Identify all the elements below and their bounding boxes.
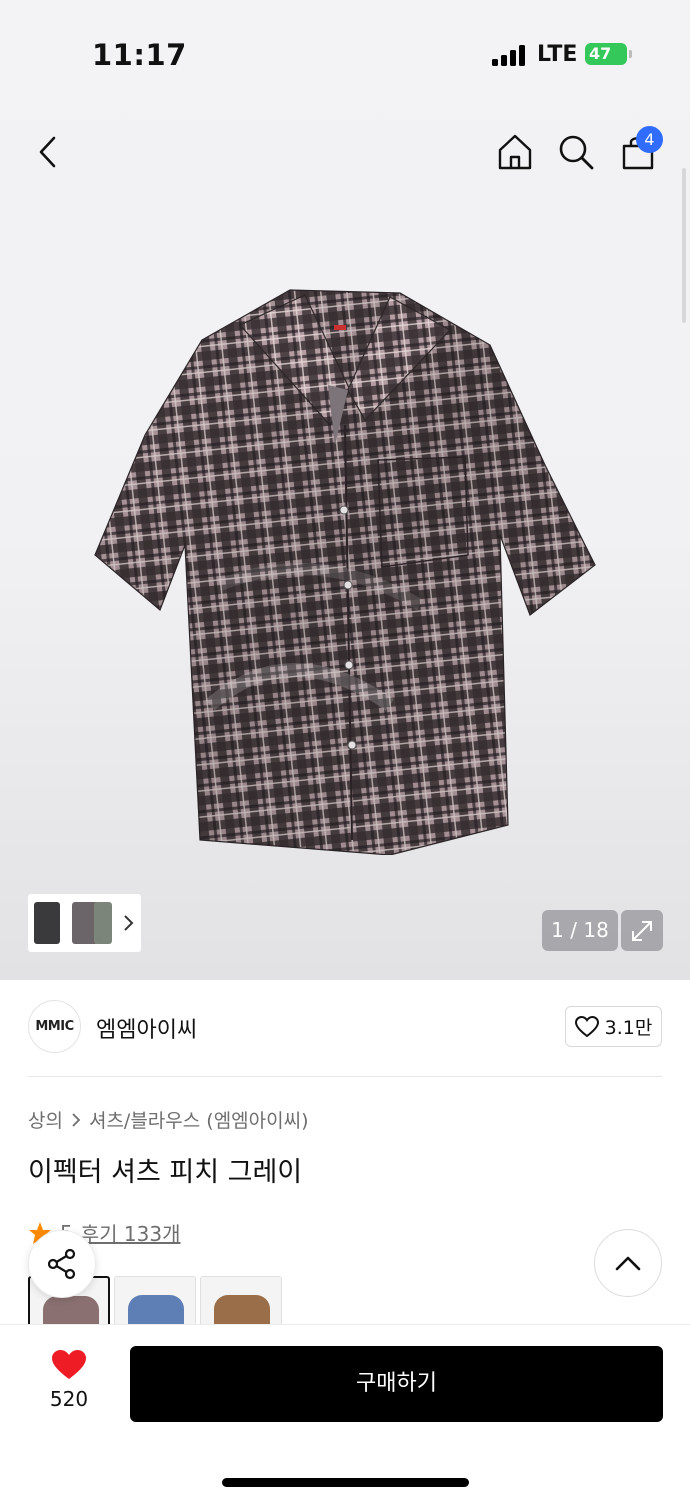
swatch-shirt-image	[128, 1295, 184, 1324]
brand-like-count: 3.1만	[604, 1017, 653, 1039]
breadcrumb-category[interactable]: 상의	[28, 1106, 63, 1133]
buy-button[interactable]: 구매하기	[130, 1346, 663, 1422]
cart-count-badge: 4	[636, 126, 663, 153]
heart-filled-icon	[52, 1350, 86, 1379]
swatch-shirt-image	[43, 1296, 99, 1324]
product-gallery[interactable]: 11:17 LTE 47 4 1 / 18	[0, 0, 690, 980]
divider	[28, 1076, 662, 1077]
breadcrumb: 상의 셔츠/블라우스 (엠엠아이씨)	[28, 1106, 309, 1133]
search-button[interactable]	[552, 128, 600, 176]
thumbnail-black-shirt[interactable]	[34, 902, 60, 944]
share-icon	[47, 1248, 76, 1280]
battery-level: 47	[589, 44, 612, 63]
network-label: LTE	[537, 42, 578, 67]
chevron-right-icon	[72, 1112, 81, 1127]
battery-tip	[629, 50, 632, 58]
status-time: 11:17	[92, 38, 187, 72]
breadcrumb-subcategory[interactable]: 셔츠/블라우스 (엠엠아이씨)	[89, 1106, 309, 1133]
battery-icon: 47	[585, 43, 627, 65]
color-swatch-brown[interactable]	[200, 1276, 282, 1324]
chevron-left-icon	[39, 136, 56, 168]
home-icon	[498, 134, 532, 170]
back-button[interactable]	[24, 128, 72, 176]
status-bar: 11:17 LTE 47	[0, 0, 690, 100]
product-title: 이펙터 셔츠 피치 그레이	[28, 1157, 303, 1188]
home-indicator	[222, 1478, 469, 1487]
expand-image-button[interactable]	[621, 910, 663, 951]
brand-logo[interactable]: MMIC	[28, 1000, 81, 1053]
product-image[interactable]	[90, 285, 600, 855]
expand-icon	[632, 920, 652, 941]
top-nav-bar	[0, 120, 690, 184]
review-count-link[interactable]: 후기 133개	[81, 1218, 181, 1247]
wishlist-button[interactable]: 520	[30, 1349, 108, 1419]
scroll-to-top-button[interactable]	[594, 1229, 662, 1297]
signal-icon	[492, 44, 526, 66]
scrollbar-thumb[interactable]	[682, 168, 686, 323]
image-counter: 1 / 18	[542, 910, 618, 951]
chevron-up-icon	[615, 1256, 641, 1271]
brand-row: MMIC 엠엠아이씨 3.1만	[0, 990, 690, 1070]
share-button[interactable]	[28, 1230, 96, 1298]
brand-like-button[interactable]: 3.1만	[565, 1006, 662, 1047]
gallery-thumbnail-strip[interactable]	[28, 894, 141, 952]
brand-name[interactable]: 엠엠아이씨	[96, 1012, 197, 1044]
bottom-action-bar: 520 구매하기	[0, 1324, 690, 1500]
color-swatch-blue[interactable]	[114, 1276, 196, 1324]
heart-outline-icon	[574, 1015, 599, 1037]
thumbnail-green-check-shirt[interactable]	[94, 902, 112, 944]
swatch-shirt-image	[214, 1295, 270, 1324]
chevron-right-icon[interactable]	[118, 906, 138, 940]
home-button[interactable]	[491, 128, 539, 176]
wishlist-count: 520	[49, 1387, 89, 1411]
search-icon	[559, 135, 594, 170]
